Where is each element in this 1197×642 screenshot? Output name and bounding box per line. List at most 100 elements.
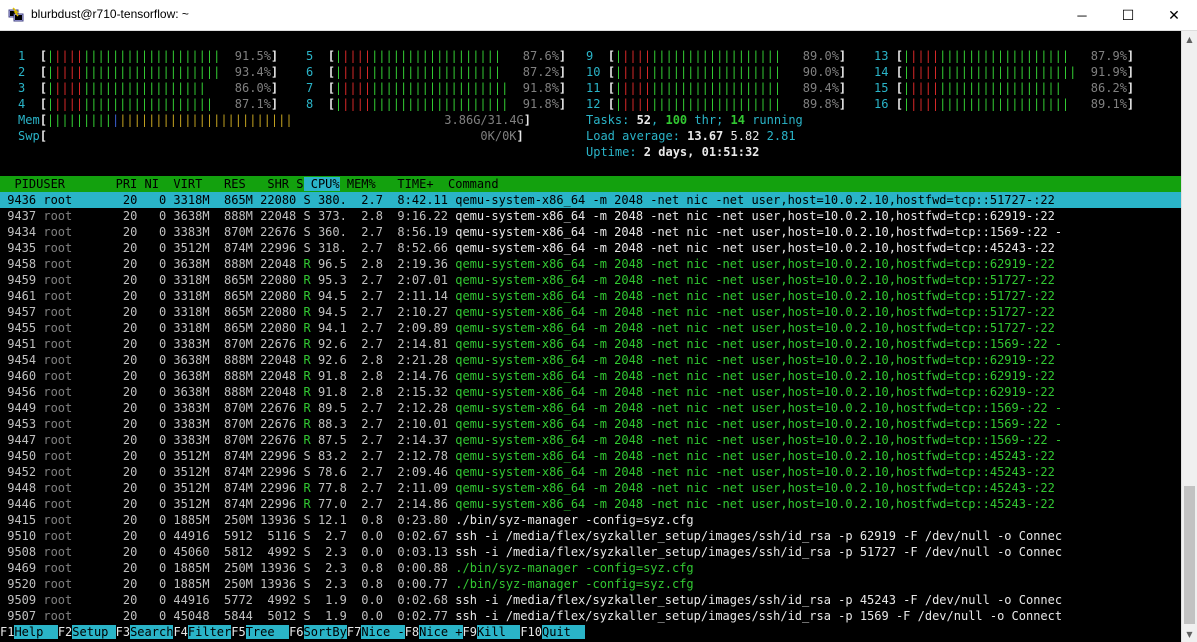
process-cpu: 91.8 <box>310 385 347 399</box>
column-header-pid[interactable]: PID <box>0 177 36 191</box>
process-row[interactable]: 9457 root 20 0 3318M 865M 22080 R 94.5 2… <box>0 304 1181 320</box>
process-cmd: qemu-system-x86_64 -m 2048 -net nic -net… <box>448 433 1063 447</box>
bar-user: |||||||||||||||||| <box>651 97 782 111</box>
process-mem: 2.7 <box>346 193 383 207</box>
process-row[interactable]: 9453 root 20 0 3383M 870M 22676 R 88.3 2… <box>0 416 1181 432</box>
process-row[interactable]: 9510 root 20 0 44916 5912 5116 S 2.7 0.0… <box>0 528 1181 544</box>
fkey-f9[interactable]: F9 <box>463 625 477 639</box>
column-header-ni[interactable]: NI <box>137 177 159 191</box>
fkey-label-f6[interactable]: SortBy <box>303 625 347 639</box>
process-mem: 2.7 <box>346 289 383 303</box>
process-state: R <box>296 289 311 303</box>
fkey-label-f7[interactable]: Nice - <box>361 625 405 639</box>
minimize-button[interactable]: ─ <box>1059 0 1105 31</box>
meter-bracket: ] <box>838 81 847 95</box>
scroll-down-icon[interactable]: ▼ <box>1182 626 1197 642</box>
close-button[interactable]: ✕ <box>1151 0 1197 31</box>
fkey-f10[interactable]: F10 <box>520 625 542 639</box>
fkey-f8[interactable]: F8 <box>405 625 419 639</box>
fkey-label-f4[interactable]: Filter <box>187 625 232 639</box>
process-row[interactable]: 9460 root 20 0 3638M 888M 22048 R 91.8 2… <box>0 368 1181 384</box>
process-row[interactable]: 9450 root 20 0 3512M 874M 22996 S 83.2 2… <box>0 448 1181 464</box>
scroll-up-icon[interactable]: ▲ <box>1182 31 1197 47</box>
meter-bracket: ] <box>1126 65 1135 79</box>
process-row[interactable]: 9455 root 20 0 3318M 865M 22080 R 94.1 2… <box>0 320 1181 336</box>
fkey-label-f1[interactable]: Help <box>14 625 58 639</box>
fkey-label-f8[interactable]: Nice + <box>419 625 463 639</box>
process-row[interactable]: 9446 root 20 0 3512M 874M 22996 R 77.0 2… <box>0 496 1181 512</box>
fkey-label-f9[interactable]: Kill <box>476 625 521 639</box>
process-cmd: qemu-system-x86_64 -m 2048 -net nic -net… <box>448 417 1063 431</box>
column-header-shr[interactable]: SHR <box>246 177 289 191</box>
process-row[interactable]: 9452 root 20 0 3512M 874M 22996 S 78.6 2… <box>0 464 1181 480</box>
process-pri: 20 <box>108 369 138 383</box>
process-row[interactable]: 9507 root 20 0 45048 5844 5012 S 1.9 0.0… <box>0 608 1181 624</box>
process-row[interactable]: 9461 root 20 0 3318M 865M 22080 R 94.5 2… <box>0 288 1181 304</box>
process-pri: 20 <box>108 593 138 607</box>
fkey-f2[interactable]: F2 <box>58 625 72 639</box>
process-cpu: 12.1 <box>310 513 347 527</box>
putty-icon[interactable] <box>8 7 24 23</box>
process-row[interactable]: 9435 root 20 0 3512M 874M 22996 S 318. 2… <box>0 240 1181 256</box>
fkey-f7[interactable]: F7 <box>347 625 361 639</box>
process-row[interactable]: 9447 root 20 0 3383M 870M 22676 R 87.5 2… <box>0 432 1181 448</box>
column-header-user[interactable]: USER <box>36 177 101 191</box>
process-cmd: qemu-system-x86_64 -m 2048 -net nic -net… <box>448 321 1055 335</box>
fkey-f4[interactable]: F4 <box>173 625 187 639</box>
bar-system: |||| <box>54 65 84 79</box>
process-state: S <box>296 609 311 623</box>
process-row[interactable]: 9415 root 20 0 1885M 250M 13936 S 12.1 0… <box>0 512 1181 528</box>
maximize-button[interactable]: ☐ <box>1105 0 1151 31</box>
process-cmd: qemu-system-x86_64 -m 2048 -net nic -net… <box>448 481 1055 495</box>
process-time: 2:10.27 <box>382 305 449 319</box>
column-header-s[interactable]: S <box>289 177 303 191</box>
process-pri: 20 <box>108 481 138 495</box>
process-pri: 20 <box>108 193 138 207</box>
process-row[interactable]: 9437 root 20 0 3638M 888M 22048 S 373. 2… <box>0 208 1181 224</box>
column-header-cmd[interactable]: Command <box>441 177 499 191</box>
process-row[interactable]: 9436 root 20 0 3318M 865M 22080 S 380. 2… <box>0 192 1181 208</box>
bar-user: |||||||||||||||||| <box>83 97 214 111</box>
terminal-area[interactable]: 1 [|||||||||||||||||||||||| 91.5%] 2 [|||… <box>0 31 1181 642</box>
process-row[interactable]: 9454 root 20 0 3638M 888M 22048 R 92.6 2… <box>0 352 1181 368</box>
process-cmd: qemu-system-x86_64 -m 2048 -net nic -net… <box>448 273 1055 287</box>
process-row[interactable]: 9448 root 20 0 3512M 874M 22996 R 77.8 2… <box>0 480 1181 496</box>
process-row[interactable]: 9508 root 20 0 45060 5812 4992 S 2.3 0.0… <box>0 544 1181 560</box>
fkey-f3[interactable]: F3 <box>116 625 130 639</box>
process-row[interactable]: 9451 root 20 0 3383M 870M 22676 R 92.6 2… <box>0 336 1181 352</box>
fkey-f1[interactable]: F1 <box>0 625 14 639</box>
process-row[interactable]: 9434 root 20 0 3383M 870M 22676 S 360. 2… <box>0 224 1181 240</box>
fkey-label-f2[interactable]: Setup <box>72 625 116 639</box>
bar-empty <box>781 65 803 79</box>
process-time: 0:02.67 <box>382 529 449 543</box>
column-header-time[interactable]: TIME+ <box>376 177 441 191</box>
process-row[interactable]: 9449 root 20 0 3383M 870M 22676 R 89.5 2… <box>0 400 1181 416</box>
scrollbar-thumb[interactable] <box>1184 486 1195 624</box>
process-row[interactable]: 9469 root 20 0 1885M 250M 13936 S 2.3 0.… <box>0 560 1181 576</box>
fkey-label-f3[interactable]: Search <box>130 625 174 639</box>
column-header-pri[interactable]: PRI <box>101 177 138 191</box>
meter-bracket: ] <box>516 129 524 143</box>
process-row[interactable]: 9520 root 20 0 1885M 250M 13936 S 2.3 0.… <box>0 576 1181 592</box>
process-cpu: 87.5 <box>310 433 347 447</box>
column-header-res[interactable]: RES <box>202 177 246 191</box>
bar-empty <box>220 65 234 79</box>
mem-meter: Mem[|||||||||||||||||||||||||||||||||| 3… <box>18 112 531 128</box>
vertical-scrollbar[interactable]: ▲ ▼ <box>1181 31 1197 642</box>
process-time: 2:14.76 <box>382 369 449 383</box>
process-virt: 3512M <box>166 465 210 479</box>
process-row[interactable]: 9456 root 20 0 3638M 888M 22048 R 91.8 2… <box>0 384 1181 400</box>
column-header-virt[interactable]: VIRT <box>159 177 202 191</box>
process-row[interactable]: 9509 root 20 0 44916 5772 4992 S 1.9 0.0… <box>0 592 1181 608</box>
process-virt: 3512M <box>166 241 210 255</box>
fkey-label-f10[interactable]: Quit <box>542 625 586 639</box>
process-time: 9:16.22 <box>382 209 449 223</box>
process-table-header[interactable]: PIDUSER PRI NI VIRT RES SHR S CPU% MEM% … <box>0 176 1181 192</box>
process-row[interactable]: 9459 root 20 0 3318M 865M 22080 R 95.3 2… <box>0 272 1181 288</box>
process-row[interactable]: 9458 root 20 0 3638M 888M 22048 R 96.5 2… <box>0 256 1181 272</box>
column-header-mem[interactable]: MEM% <box>340 177 376 191</box>
fkey-f6[interactable]: F6 <box>289 625 303 639</box>
column-header-cpu[interactable]: CPU% <box>303 177 340 191</box>
fkey-f5[interactable]: F5 <box>231 625 245 639</box>
fkey-label-f5[interactable]: Tree <box>245 625 290 639</box>
